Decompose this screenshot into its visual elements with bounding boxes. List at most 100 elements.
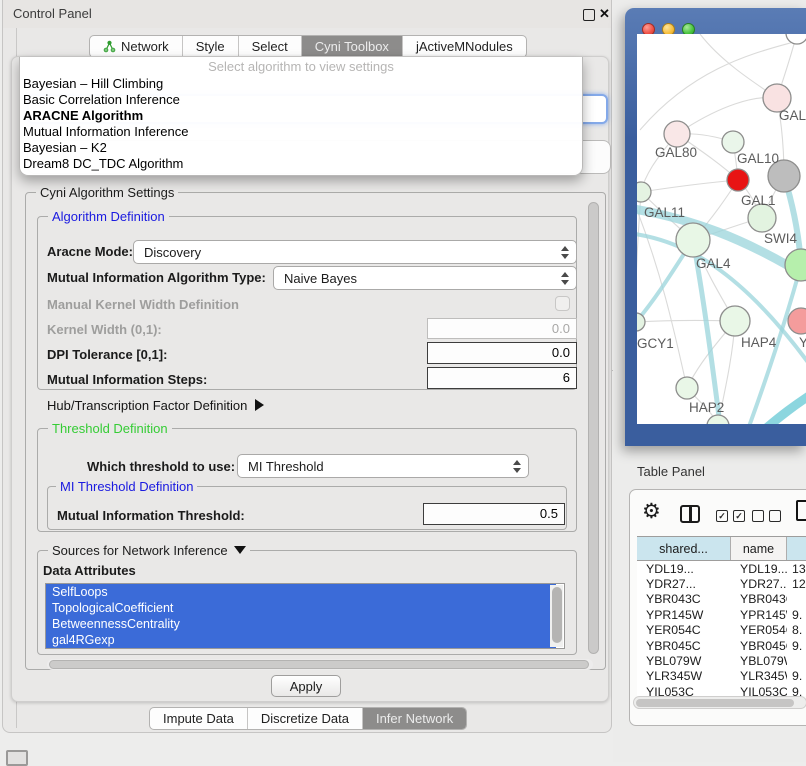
sources-group-title[interactable]: Sources for Network Inference (48, 543, 250, 558)
network-node[interactable] (676, 223, 710, 257)
docked-panel-chip[interactable] (6, 750, 28, 766)
table-row[interactable]: YDL19...YDL19...13 (637, 561, 806, 576)
tab-discretize-data[interactable]: Discretize Data (247, 708, 362, 729)
tab-style[interactable]: Style (182, 36, 238, 57)
table-header-row: shared...name (637, 536, 806, 561)
network-canvas[interactable]: GALGAL80GAL10GAL1GAL11SWI4GAL4GCY1HAP4YH… (637, 34, 806, 424)
mi-threshold-label: Mutual Information Threshold: (57, 508, 245, 523)
apply-button[interactable]: Apply (271, 675, 341, 697)
which-threshold-combobox[interactable]: MI Threshold (237, 454, 529, 478)
scrollbar-thumb[interactable] (588, 202, 599, 654)
table-row[interactable]: YPR145WYPR145W9. (637, 607, 806, 622)
tab-label: Style (196, 39, 225, 54)
tab-infer-network[interactable]: Infer Network (362, 708, 466, 729)
mi-steps-field[interactable]: 6 (427, 367, 577, 389)
dropdown-item[interactable]: Basic Correlation Inference (20, 92, 582, 108)
network-node[interactable] (637, 313, 645, 331)
tab-network[interactable]: Network (90, 36, 182, 57)
data-attributes-label: Data Attributes (43, 563, 136, 578)
select-all-columns-icon[interactable]: ✓ ✓ (716, 510, 745, 522)
column-header[interactable]: shared... (637, 537, 731, 560)
table-cell: YPR145W (637, 608, 731, 622)
network-node[interactable] (676, 377, 698, 399)
attribute-list-item[interactable]: TopologicalCoefficient (46, 600, 556, 616)
attribute-list-item[interactable]: BetweennessCentrality (46, 616, 556, 632)
node-label: GAL80 (655, 145, 697, 160)
dpi-tolerance-field[interactable]: 0.0 (427, 342, 577, 364)
settings-vertical-scrollbar[interactable] (587, 200, 600, 662)
table-cell: YLR345W (731, 669, 787, 683)
mi-algorithm-type-combobox[interactable]: Naive Bayes (273, 266, 577, 290)
network-node[interactable] (722, 131, 744, 153)
expand-arrow-icon (255, 399, 264, 411)
algorithm-dropdown-popup: Select algorithm to view settings Bayesi… (19, 57, 583, 176)
mi-threshold-definition-title: MI Threshold Definition (56, 479, 197, 494)
table-cell: YIL053C (731, 685, 787, 696)
attribute-list-item[interactable]: gal4RGexp (46, 632, 556, 648)
table-row[interactable]: YER054CYER054C8. (637, 623, 806, 638)
table-row[interactable]: YIL053CYIL053C9. (637, 684, 806, 696)
tab-select[interactable]: Select (238, 36, 301, 57)
network-node[interactable] (664, 121, 690, 147)
manual-kernel-checkbox[interactable] (555, 296, 570, 311)
network-node[interactable] (720, 306, 750, 336)
settings-horizontal-scrollbar[interactable] (47, 659, 593, 670)
table-cell: YBL079W (637, 654, 731, 668)
scrollbar-thumb[interactable] (552, 587, 562, 643)
dropdown-item[interactable]: Bayesian – K2 (20, 140, 582, 156)
deselect-all-columns-icon[interactable] (752, 510, 781, 522)
collapse-arrow-icon (234, 546, 246, 554)
table-cell: YIL053C (637, 685, 731, 696)
columns-icon[interactable] (680, 505, 700, 523)
aracne-mode-combobox[interactable]: Discovery (133, 240, 577, 264)
node-label: GCY1 (637, 336, 674, 351)
stepper-arrows-icon (512, 459, 521, 474)
table-row[interactable]: YDR27...YDR27...12 (637, 576, 806, 591)
network-node[interactable] (788, 308, 806, 334)
attributes-scrollbar[interactable] (550, 585, 563, 647)
dropdown-item[interactable]: Mutual Information Inference (20, 124, 582, 140)
table-cell: YBR043C (637, 592, 731, 606)
dropdown-item[interactable]: Dream8 DC_TDC Algorithm (20, 156, 582, 172)
tab-jactivemnodules[interactable]: jActiveMNodules (402, 36, 526, 57)
attribute-list-item[interactable]: SelfLoops (46, 584, 556, 600)
network-node[interactable] (727, 169, 749, 191)
dropdown-item-list: Bayesian – Hill ClimbingBasic Correlatio… (20, 76, 582, 172)
float-panel-icon[interactable] (583, 9, 595, 21)
scrollbar-thumb[interactable] (636, 699, 794, 707)
network-node[interactable] (786, 34, 806, 44)
network-node[interactable] (637, 182, 651, 202)
close-panel-icon[interactable]: ✕ (599, 6, 610, 22)
tab-label: Cyni Toolbox (315, 39, 389, 54)
new-table-icon[interactable] (796, 500, 806, 521)
scrollbar-thumb[interactable] (49, 660, 589, 669)
dropdown-item[interactable]: ARACNE Algorithm (20, 108, 582, 124)
node-label: GAL11 (644, 205, 685, 220)
table-row[interactable]: YLR345WYLR345W9. (637, 669, 806, 684)
table-cell: YDL19... (731, 562, 787, 576)
column-header[interactable] (787, 537, 806, 560)
network-node[interactable] (748, 204, 776, 232)
tab-cyni-toolbox[interactable]: Cyni Toolbox (301, 36, 402, 57)
gear-icon[interactable]: ⚙ (642, 499, 661, 524)
unchecked-box-icon (769, 510, 781, 522)
column-header[interactable]: name (731, 537, 787, 560)
table-row[interactable]: YBR045CYBR045C9. (637, 638, 806, 653)
dropdown-placeholder: Select algorithm to view settings (20, 57, 582, 76)
network-node[interactable] (707, 415, 729, 424)
node-label: GAL (779, 108, 806, 123)
kernel-width-field[interactable]: 0.0 (427, 318, 577, 339)
mi-type-value: Naive Bayes (284, 271, 357, 286)
table-row[interactable]: YBR043CYBR043C (637, 592, 806, 607)
network-node[interactable] (785, 249, 806, 281)
which-threshold-value: MI Threshold (248, 459, 324, 474)
dropdown-item[interactable]: Bayesian – Hill Climbing (20, 76, 582, 92)
table-row[interactable]: YBL079WYBL079W (637, 653, 806, 668)
table-rows: YDL19...YDL19...13YDR27...YDR27...12YBR0… (637, 561, 806, 696)
data-attributes-list[interactable]: SelfLoopsTopologicalCoefficientBetweenne… (45, 583, 565, 649)
tab-impute-data[interactable]: Impute Data (150, 708, 247, 729)
table-horizontal-scrollbar[interactable] (633, 696, 806, 709)
hub-definition-toggle[interactable]: Hub/Transcription Factor Definition (47, 398, 264, 413)
mi-threshold-field[interactable]: 0.5 (423, 503, 565, 525)
tab-label: jActiveMNodules (416, 39, 513, 54)
